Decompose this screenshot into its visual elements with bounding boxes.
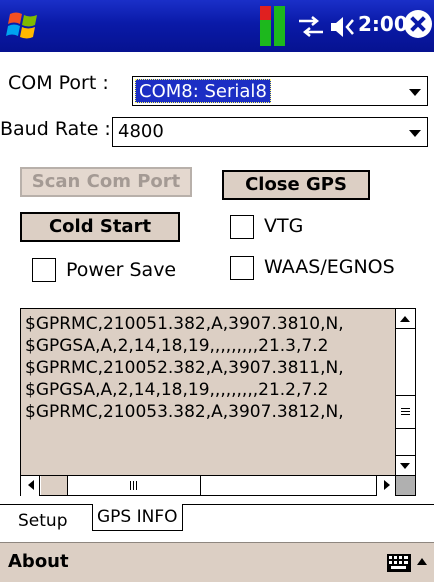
scroll-up-button[interactable] [396,309,415,329]
horizontal-scroll-thumb[interactable] [67,476,201,495]
tab-setup[interactable]: Setup [14,508,71,534]
tab-gps-info[interactable]: GPS INFO [92,504,183,531]
clock[interactable]: 2:00 [358,12,408,36]
signal-strength-icon [258,6,288,46]
power-save-checkbox[interactable] [32,258,56,282]
arrow-down-icon [400,463,410,469]
baud-rate-label: Baud Rate : [0,118,111,140]
vertical-scrollbar[interactable] [395,309,415,475]
vertical-scroll-thumb[interactable] [396,395,415,429]
scroll-left-button[interactable] [21,476,40,496]
waas-egnos-label: WAAS/EGNOS [264,256,395,278]
log-line: $GPGSA,A,2,14,18,19,,,,,,,,,21.2,7.2 [25,380,329,400]
close-icon[interactable] [404,10,432,38]
nmea-log-box[interactable]: $GPRMC,210051.382,A,3907.3810,N, $GPGSA,… [20,308,416,496]
connectivity-icon[interactable] [296,14,326,40]
chevron-down-icon[interactable] [409,130,421,137]
scroll-down-button[interactable] [396,455,415,475]
com-port-label: COM Port : [8,72,109,94]
log-line: $GPRMC,210052.382,A,3907.3811,N, [25,358,344,378]
keyboard-icon[interactable] [386,553,412,573]
arrow-up-icon [400,316,410,322]
com-port-value: COM8: Serial8 [135,79,271,103]
arrow-right-icon [384,480,390,490]
power-save-label: Power Save [66,259,177,281]
horizontal-scrollbar[interactable] [21,475,395,496]
scrollbar-corner [395,475,415,495]
tab-strip-line [0,504,434,505]
input-panel-arrow-icon[interactable] [416,555,428,569]
vtg-checkbox[interactable] [230,215,254,239]
baud-rate-select[interactable]: 4800 [112,117,428,147]
arrow-left-icon [28,480,34,490]
nmea-log-text: $GPRMC,210051.382,A,3907.3810,N, $GPGSA,… [25,313,395,473]
chevron-down-icon[interactable] [409,89,421,96]
vtg-label: VTG [264,215,304,237]
scan-com-port-button[interactable]: Scan Com Port [20,167,192,197]
waas-egnos-checkbox[interactable] [230,256,254,280]
about-menu[interactable]: About [8,551,69,572]
log-line: $GPGSA,A,2,14,18,19,,,,,,,,,21.3,7.2 [25,336,329,356]
log-line: $GPRMC,210053.382,A,3907.3812,N, [25,402,344,422]
horizontal-scroll-track[interactable] [41,476,67,495]
scroll-right-button[interactable] [376,476,395,496]
baud-rate-value: 4800 [118,121,164,142]
title-bar: 2:00 [0,0,434,52]
cold-start-button[interactable]: Cold Start [20,212,180,242]
menu-bar: About [0,542,434,582]
log-line: $GPRMC,210051.382,A,3907.3810,N, [25,314,344,334]
close-gps-button[interactable]: Close GPS [222,170,370,200]
com-port-select[interactable]: COM8: Serial8 [132,76,428,106]
volume-icon[interactable] [328,14,358,40]
windows-start-icon[interactable] [4,6,44,46]
